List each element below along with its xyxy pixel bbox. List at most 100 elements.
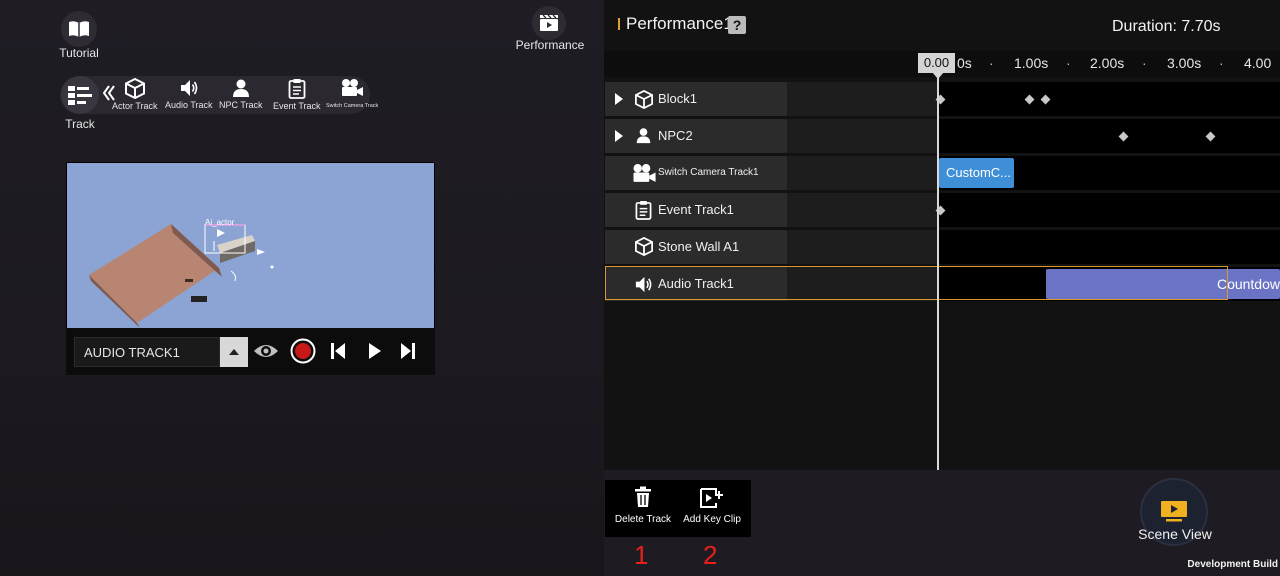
track-row-stone-wall[interactable]: Stone Wall A1 <box>605 230 1280 264</box>
ruler-tick: 0s <box>957 55 972 71</box>
track-lane[interactable] <box>937 230 1280 264</box>
track-name: Block1 <box>658 91 698 106</box>
tutorial-button[interactable] <box>61 11 97 47</box>
switch-camera-track-button[interactable]: Switch Camera Track <box>326 78 378 109</box>
duration-label: Duration: 7.70s <box>1112 18 1221 35</box>
npc-track-label: NPC Track <box>219 100 263 110</box>
annotation-marker-1: 1 <box>634 540 649 570</box>
ruler-tick: 2.00s <box>1090 55 1125 71</box>
ruler-tick: 4.00 <box>1244 55 1272 71</box>
track-lane[interactable] <box>935 82 1280 116</box>
record-icon <box>290 338 316 364</box>
actor-track-button[interactable]: Actor Track <box>112 78 158 111</box>
switch-camera-track-label: Switch Camera Track <box>326 103 379 109</box>
track-spacer <box>787 267 937 301</box>
performance-title: Performance1 <box>626 14 733 33</box>
ruler-tick: 1.00s <box>1014 55 1049 71</box>
npc-track-button[interactable]: NPC Track <box>219 78 263 110</box>
track-lane[interactable] <box>935 193 1280 227</box>
track-header[interactable]: Switch Camera Track1 <box>605 156 787 190</box>
skip-back-icon <box>331 343 345 359</box>
play-icon <box>369 343 381 359</box>
ruler-tick: 3.00s <box>1167 55 1202 71</box>
track-lane[interactable] <box>937 119 1280 153</box>
track-row-npc2[interactable]: NPC2 <box>605 119 1280 153</box>
keyframe-diamond[interactable] <box>1040 94 1051 105</box>
performance-button[interactable] <box>532 6 566 40</box>
event-track-button[interactable]: Event Track <box>273 78 321 111</box>
track-header[interactable]: Event Track1 <box>605 193 787 227</box>
tutorial-label: Tutorial <box>59 46 99 60</box>
track-name: Event Track1 <box>658 202 734 217</box>
track-dropdown-button[interactable] <box>220 337 248 367</box>
track-spacer <box>787 156 937 190</box>
scene-object-label: Ai_actor <box>205 218 235 227</box>
title-accent-bar <box>618 18 620 30</box>
playhead-handle-icon[interactable] <box>932 72 944 79</box>
npc-icon <box>232 79 249 97</box>
track-header[interactable]: Audio Track1 <box>605 267 787 301</box>
skip-to-end-button[interactable] <box>400 342 416 365</box>
movie-camera-icon <box>342 79 364 96</box>
audio-track-label: Audio Track <box>165 100 213 110</box>
movie-camera-icon <box>633 164 656 182</box>
delete-track-button[interactable]: Delete Track <box>610 486 676 534</box>
track-header[interactable]: NPC2 <box>605 119 787 153</box>
track-row-block1[interactable]: Block1 <box>605 82 1280 116</box>
expand-arrow-icon[interactable] <box>614 92 624 106</box>
track-lane[interactable]: Countdow <box>937 267 1280 301</box>
current-time-marker[interactable]: 0.00 <box>918 53 955 73</box>
book-icon <box>61 11 97 47</box>
speaker-icon <box>180 80 198 96</box>
help-icon[interactable]: ? <box>728 16 746 34</box>
preview-window: Ai_actor AUDIO TRACK1 <box>66 162 435 375</box>
track-header[interactable]: Stone Wall A1 <box>605 230 787 264</box>
track-name: Audio Track1 <box>658 276 734 291</box>
ruler-dot: · <box>989 55 994 71</box>
caret-up-icon <box>229 349 239 355</box>
expand-arrow-icon[interactable] <box>614 129 624 143</box>
track-header[interactable]: Block1 <box>605 82 787 116</box>
ruler-dot: · <box>1066 55 1071 71</box>
cube-icon <box>635 90 653 109</box>
add-key-clip-button[interactable]: Add Key Clip <box>679 486 745 534</box>
track-row-event[interactable]: Event Track1 <box>605 193 1280 227</box>
track-row-switch-camera[interactable]: Switch Camera Track1 CustomC... <box>605 156 1280 190</box>
play-button[interactable] <box>368 342 382 365</box>
track-menu-button[interactable] <box>61 76 99 114</box>
development-build-label: Development Build <box>1187 559 1278 570</box>
actor-track-label: Actor Track <box>112 101 158 111</box>
camera-clip[interactable]: CustomC... <box>939 158 1014 188</box>
audio-track-button[interactable]: Audio Track <box>165 78 213 110</box>
scene-render <box>67 163 434 328</box>
track-spacer <box>787 82 937 116</box>
record-button[interactable] <box>290 338 316 369</box>
keyframe-diamond[interactable] <box>1024 94 1035 105</box>
scene-view-label: Scene View <box>1138 526 1212 542</box>
keyframe-diamond[interactable] <box>1118 131 1129 142</box>
preview-controls: AUDIO TRACK1 <box>66 328 435 375</box>
track-spacer <box>787 119 937 153</box>
visibility-button[interactable] <box>253 341 279 366</box>
skip-to-start-button[interactable] <box>330 342 346 365</box>
playhead-line[interactable] <box>937 73 939 470</box>
keyframe-diamond[interactable] <box>1205 131 1216 142</box>
cube-icon <box>124 78 145 99</box>
scene-viewport[interactable]: Ai_actor <box>67 163 434 328</box>
track-spacer <box>787 193 937 227</box>
skip-forward-icon <box>401 343 415 359</box>
clapperboard-icon <box>532 6 566 40</box>
track-row-audio[interactable]: Audio Track1 Countdow <box>605 267 1280 301</box>
track-spacer <box>787 230 937 264</box>
monitor-play-icon <box>1161 501 1187 522</box>
audio-clip[interactable]: Countdow <box>1046 269 1280 299</box>
performance-label: Performance <box>515 38 585 52</box>
add-key-clip-label: Add Key Clip <box>683 514 741 525</box>
track-list-icon <box>68 86 92 105</box>
event-track-label: Event Track <box>273 101 321 111</box>
track-label: Track <box>65 117 95 131</box>
add-clip-icon <box>700 488 723 508</box>
track-lane[interactable]: CustomC... <box>937 156 1280 190</box>
track-name-field[interactable]: AUDIO TRACK1 <box>74 337 220 367</box>
clipboard-icon <box>288 79 306 99</box>
